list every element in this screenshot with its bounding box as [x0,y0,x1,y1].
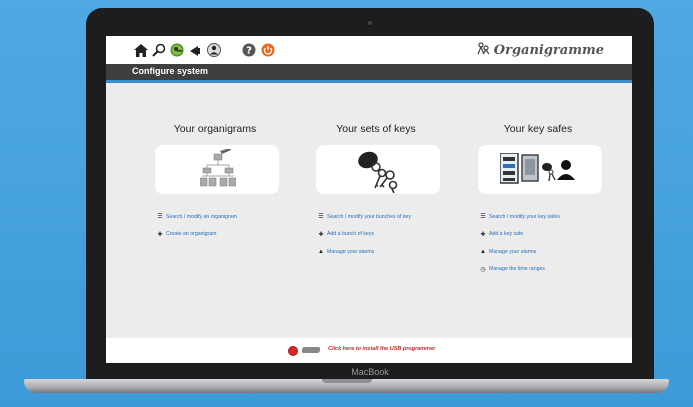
keys-icon [356,147,402,198]
section-title: Your organigrams [173,123,257,135]
link-manage-alarms[interactable]: ▲ Manage your alarms [318,243,411,261]
safes-card[interactable] [478,145,602,194]
install-usb-link[interactable]: Click here to install the USB programmer [328,346,435,352]
screen: ? Organigramme Configure system Your org… [106,36,632,363]
toolbar: ? Organigramme [106,36,632,64]
organigram-card[interactable] [155,145,279,194]
home-icon[interactable] [134,43,148,57]
list-icon: ☰ [480,214,486,221]
organigram-icon [199,148,237,194]
plus-icon: ✚ [318,231,324,238]
org-chart-icon [477,42,490,59]
help-icon[interactable]: ? [242,43,256,57]
laptop-base [24,379,669,393]
link-label: Search / modify an organigram [166,213,237,220]
safes-links: ☰ Search / modify your key safes ✚ Add a k… [480,208,560,278]
bell-icon: ▲ [318,248,324,255]
usb-programmer-icon [301,347,321,353]
footer: Click here to install the USB programmer [106,338,632,363]
laptop-notch [322,379,372,383]
brand: Organigramme [477,42,604,59]
record-icon [288,346,298,356]
link-label: Manage your alarms [489,248,537,255]
list-icon: ☰ [157,214,163,221]
organigram-links: ☰ Search / modify an organigram ✚ Create a… [157,208,237,243]
search-icon[interactable] [152,43,166,57]
svg-text:?: ? [246,46,252,57]
link-label: Manage your alarms [327,248,375,255]
link-label: Search / modify your bunches of key [327,213,411,220]
camera-dot [368,21,372,25]
link-label: Add a key safe [489,231,524,238]
laptop-lid: ? Organigramme Configure system Your org… [86,8,654,382]
bell-icon: ▲ [480,248,486,255]
link-label: Create an organigram [166,231,217,238]
link-search-safes[interactable]: ☰ Search / modify your key safes [480,208,560,226]
key-icon[interactable] [170,43,184,57]
link-search-keys[interactable]: ☰ Search / modify your bunches of key [318,208,411,226]
plus-icon: ✚ [157,231,163,238]
section-title: Your sets of keys [336,123,416,135]
link-manage-alarms[interactable]: ▲ Manage your alarms [480,243,560,261]
link-add-safe[interactable]: ✚ Add a key safe [480,226,560,244]
link-label: Manage the time ranges [489,266,545,273]
link-create-organigram[interactable]: ✚ Create an organigram [157,226,237,244]
link-label: Search / modify your key safes [489,213,560,220]
key-safe-icon [499,152,590,192]
keys-links: ☰ Search / modify your bunches of key ✚ Ad… [318,208,411,261]
link-search-organigram[interactable]: ☰ Search / modify an organigram [157,208,237,226]
user-icon[interactable] [207,43,221,57]
link-add-keys[interactable]: ✚ Add a bunch of keys [318,226,411,244]
alarm-icon[interactable] [188,43,202,57]
plus-icon: ✚ [480,231,486,238]
brand-name: Organigramme [493,43,604,58]
power-icon[interactable] [261,43,275,57]
link-label: Add a bunch of keys [327,231,375,238]
list-icon: ☰ [318,214,324,221]
titlebar: Configure system [106,64,632,83]
link-manage-time-ranges[interactable]: ◷ Manage the time ranges [480,261,560,279]
clock-icon: ◷ [480,266,486,273]
page-title: Configure system [132,66,209,76]
main-content: Your organigrams ☰ Search / modify an or… [106,83,632,338]
keys-card[interactable] [316,145,440,194]
section-title: Your key safes [503,123,573,135]
device-label: MacBook [351,367,389,377]
